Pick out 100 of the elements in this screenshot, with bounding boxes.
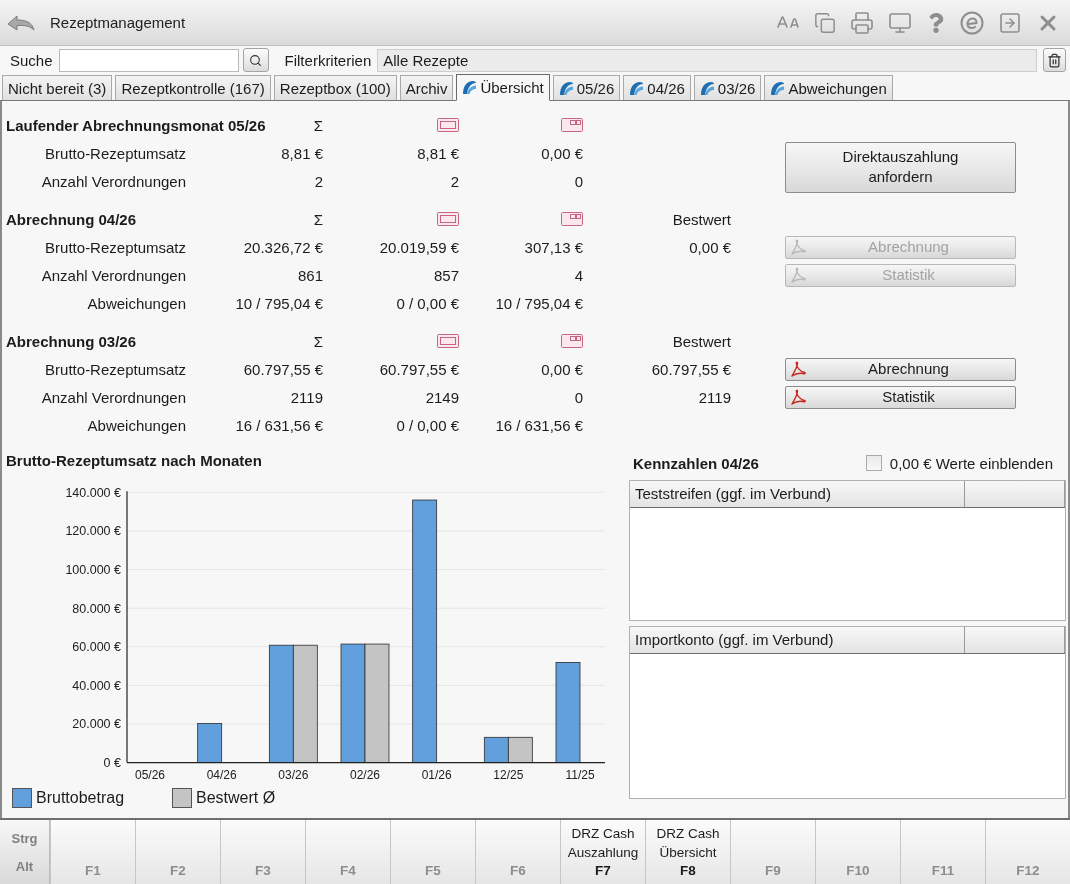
value-cell: 60.797,55 € — [379, 360, 459, 378]
split-card-icon — [561, 118, 583, 132]
axis-tick-label: 60.000 € — [72, 640, 121, 655]
axis-category-label: 03/26 — [278, 768, 309, 782]
tab[interactable]: Rezeptkontrolle (167) — [115, 75, 271, 100]
tab[interactable]: 03/26 — [693, 75, 762, 100]
split-card-icon — [561, 212, 583, 226]
tab[interactable]: 05/26 — [552, 75, 621, 100]
value-cell: 2119 — [290, 388, 323, 406]
axis-category-label: 05/26 — [135, 768, 165, 782]
axis-tick-label: 140.000 € — [65, 485, 121, 500]
value-cell: 2119 — [698, 388, 731, 406]
table-header-cell: Importkonto (ggf. im Verbund) — [630, 626, 965, 653]
row-label: Anzahl Verordnungen — [41, 388, 186, 406]
axis-category-label: 11/25 — [565, 768, 595, 782]
function-key[interactable]: DRZ Cash Übersicht F8 — [645, 820, 730, 884]
value-cell: 10 / 795,04 € — [235, 294, 323, 312]
row-label: Brutto-Rezeptumsatz — [45, 144, 186, 162]
row-label: Brutto-Rezeptumsatz — [45, 360, 186, 378]
search-field[interactable] — [58, 48, 239, 72]
column-header: Bestwert — [672, 210, 731, 228]
axis-category-label: 12/25 — [493, 768, 524, 782]
tab[interactable]: Archiv — [399, 75, 454, 100]
value-cell: 8,81 € — [281, 144, 323, 162]
value-cell: 0,00 € — [541, 144, 583, 162]
value-cell: 857 — [433, 266, 459, 284]
column-header: Σ — [313, 210, 323, 228]
split-card-icon — [561, 334, 583, 348]
row-label: Anzahl Verordnungen — [41, 172, 186, 190]
card-icon — [437, 118, 459, 132]
legend-label: Bestwert Ø — [196, 788, 276, 807]
value-cell: 60.797,55 € — [651, 360, 731, 378]
value-cell: 0,00 € — [541, 360, 583, 378]
value-cell: 0,00 € — [689, 238, 731, 256]
value-cell: 20.326,72 € — [243, 238, 323, 256]
payout-button[interactable]: Direktauszahlung anfordern — [785, 141, 1016, 193]
axis-category-label: 04/26 — [206, 768, 237, 782]
value-cell: 0 — [574, 388, 583, 406]
legend-label: Bruttobetrag — [36, 788, 125, 807]
modifier-label: Alt — [15, 858, 34, 874]
value-cell: 60.797,55 € — [243, 360, 323, 378]
field-label: Suche — [10, 51, 53, 69]
value-cell: 16 / 631,56 € — [235, 416, 323, 434]
axis-category-label: 01/26 — [421, 768, 452, 782]
search-button[interactable] — [242, 48, 269, 72]
search-icon — [249, 53, 263, 67]
field-label: Filterkriterien — [284, 51, 372, 69]
axis-category-label: 02/26 — [350, 768, 380, 782]
monitor-icon[interactable] — [888, 10, 912, 35]
section-title: Abrechnung 03/26 — [6, 332, 137, 350]
axis-tick-label: 40.000 € — [72, 678, 121, 693]
e-circle-icon[interactable] — [960, 10, 984, 35]
value-cell: 2 — [314, 172, 323, 190]
row-label: Abweichungen — [87, 416, 186, 434]
delete-button[interactable] — [1043, 48, 1066, 72]
value-cell: 0 / 0,00 € — [396, 294, 459, 312]
tab[interactable]: Rezeptbox (100) — [273, 75, 397, 100]
axis-tick-label: 100.000 € — [65, 563, 121, 578]
value-cell: 4 — [574, 266, 583, 284]
pdf-icon — [790, 389, 806, 405]
value-cell: 307,13 € — [524, 238, 583, 256]
copy-icon[interactable] — [814, 11, 836, 34]
section-title: Kennzahlen 04/26 — [633, 455, 760, 473]
value-cell: 20.019,59 € — [379, 238, 459, 256]
tab[interactable]: Übersicht — [456, 74, 550, 101]
column-header: Bestwert — [672, 332, 731, 350]
card-icon — [437, 334, 459, 348]
column-header: Σ — [313, 116, 323, 134]
axis-tick-label: 20.000 € — [72, 717, 121, 732]
chart-bar — [197, 723, 223, 763]
printer-icon[interactable] — [850, 10, 874, 35]
value-cell: 861 — [297, 266, 323, 284]
trash-icon — [1047, 52, 1062, 68]
axis-tick-label: 0 € — [103, 756, 121, 771]
column-header: Σ — [313, 332, 323, 350]
value-cell: 2 — [450, 172, 459, 190]
chart-bar — [507, 736, 533, 763]
card-icon — [437, 212, 459, 226]
section-title: Abrechnung 04/26 — [6, 210, 137, 228]
tab[interactable]: Abweichungen — [764, 75, 893, 100]
tab[interactable]: 04/26 — [623, 75, 691, 100]
value-cell: 10 / 795,04 € — [495, 294, 583, 312]
axis-tick-label: 80.000 € — [72, 601, 121, 616]
pdf-icon — [790, 361, 806, 377]
pdf-icon — [790, 267, 806, 283]
row-label: Anzahl Verordnungen — [41, 266, 186, 284]
value-cell: 0 / 0,00 € — [396, 416, 459, 434]
filter-field[interactable]: Alle Rezepte — [377, 48, 1037, 72]
tab[interactable]: Nicht bereit (3) — [2, 75, 113, 100]
function-key[interactable]: DRZ Cash Auszahlung F7 — [560, 820, 645, 884]
chart-title: Brutto-Rezeptumsatz nach Monaten — [5, 451, 262, 471]
value-cell: 2149 — [425, 388, 459, 406]
value-cell: 16 / 631,56 € — [495, 416, 583, 434]
checkbox-label: 0,00 € Werte einblenden — [889, 455, 1053, 473]
checkbox[interactable] — [865, 454, 882, 471]
axis-tick-label: 120.000 € — [65, 524, 121, 539]
window-title: Rezeptmanagement — [50, 14, 187, 31]
pdf-button[interactable]: Statistik — [785, 385, 1016, 409]
row-label: Brutto-Rezeptumsatz — [45, 238, 186, 256]
pdf-button[interactable]: Abrechnung — [785, 357, 1016, 381]
